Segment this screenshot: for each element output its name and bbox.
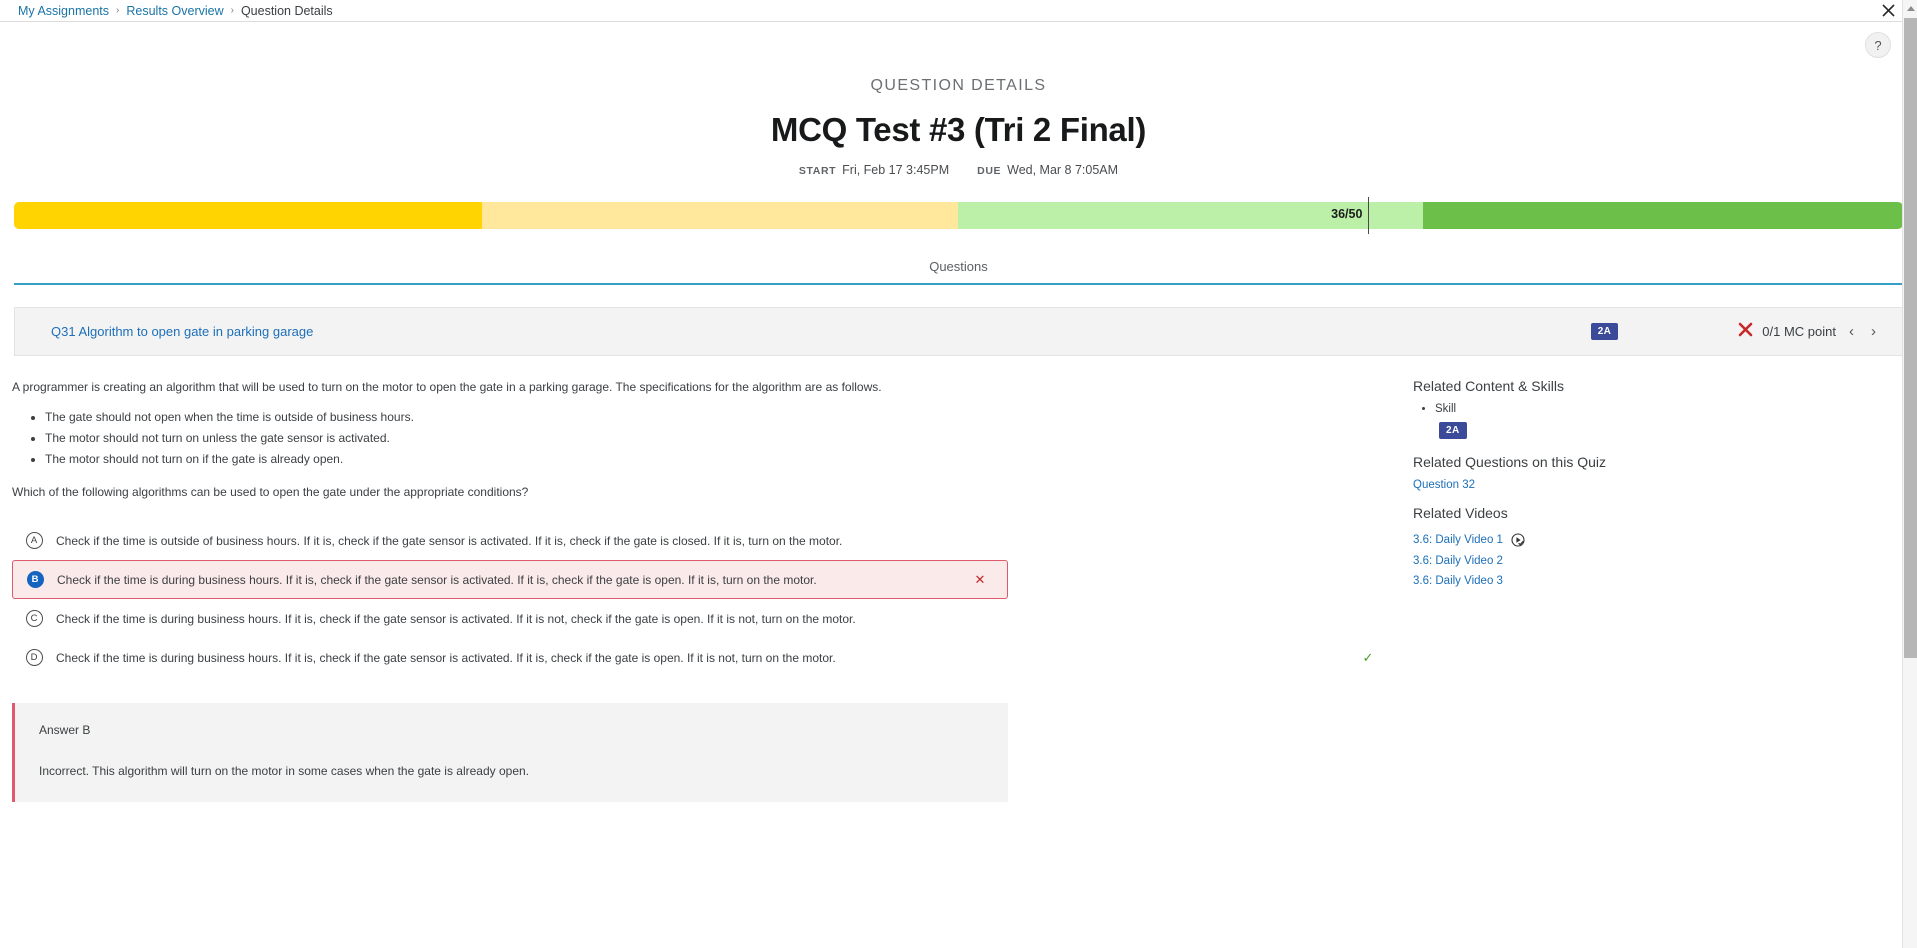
related-video-link[interactable]: 3.6: Daily Video 2	[1413, 555, 1503, 567]
page-header: QUESTION DETAILS MCQ Test #3 (Tri 2 Fina…	[0, 22, 1917, 177]
question-column: A programmer is creating an algorithm th…	[0, 378, 1405, 803]
answer-choice-list: A Check if the time is outside of busines…	[12, 521, 1395, 677]
related-video-link[interactable]: 3.6: Daily Video 3	[1413, 575, 1503, 587]
rationale-title: Answer B	[39, 723, 91, 738]
score-bar-segment-green	[1423, 202, 1903, 229]
skill-list-item: Skill	[1435, 403, 1905, 415]
score-bar-container: 36/50	[14, 197, 1903, 234]
choice-letter-wrapper: C	[12, 610, 56, 628]
choice-letter-b: B	[26, 571, 44, 589]
question-prompt: Which of the following algorithms can be…	[12, 485, 529, 500]
tab-bar: Questions	[14, 251, 1903, 285]
content-area: A programmer is creating an algorithm th…	[0, 378, 1917, 803]
question-spec-item: The motor should not turn on unless the …	[45, 428, 1395, 449]
video-watched-play-check-icon	[1511, 533, 1525, 547]
correct-check-icon: ✓	[1362, 649, 1374, 665]
start-label: START	[798, 165, 837, 177]
scrollbar-thumb[interactable]	[1904, 18, 1917, 658]
answer-choice-d[interactable]: D Check if the time is during business ho…	[12, 638, 1395, 677]
score-bar	[14, 202, 1903, 229]
related-questions-heading: Related Questions on this Quiz	[1413, 454, 1606, 470]
next-question-button[interactable]: ›	[1867, 323, 1880, 340]
choice-letter-d: D	[25, 649, 43, 667]
related-video-row: 3.6: Daily Video 2	[1413, 555, 1905, 567]
rationale-body: Incorrect. This algorithm will turn on t…	[39, 764, 530, 779]
breadcrumb-item-question-details: Question Details	[240, 3, 333, 18]
choice-letter-wrapper: B	[13, 571, 57, 589]
choice-text: Check if the time is outside of business…	[56, 533, 843, 548]
assignment-dates: START Fri, Feb 17 3:45PM DUE Wed, Mar 8 …	[0, 163, 1917, 177]
question-points: 0/1 MC point	[1762, 324, 1836, 339]
page-scrollbar[interactable]	[1902, 0, 1917, 948]
answer-choice-c[interactable]: C Check if the time is during business ho…	[12, 599, 1395, 638]
due-value: Wed, Mar 8 7:05AM	[1007, 163, 1119, 177]
related-questions-list: Question 32	[1413, 479, 1905, 491]
sidebar-skill-badge[interactable]: 2A	[1439, 422, 1467, 439]
choice-text: Check if the time is during business hou…	[56, 611, 856, 626]
incorrect-x-icon: ✕	[974, 571, 986, 587]
score-marker	[1368, 197, 1370, 234]
related-content-heading: Related Content & Skills	[1413, 378, 1564, 394]
choice-letter-c: C	[25, 610, 43, 628]
choice-letter-wrapper: A	[12, 532, 56, 550]
help-button[interactable]: ?	[1865, 32, 1891, 58]
choice-letter-a: A	[25, 532, 43, 550]
question-header-right: 0/1 MC point ‹ ›	[1738, 322, 1880, 341]
breadcrumb-separator-icon: ›	[230, 5, 234, 16]
start-value: Fri, Feb 17 3:45PM	[842, 163, 950, 177]
page-title: MCQ Test #3 (Tri 2 Final)	[770, 111, 1147, 148]
breadcrumb: My Assignments › Results Overview › Ques…	[18, 4, 333, 18]
due-label: DUE	[977, 165, 1002, 177]
breadcrumb-item-my-assignments[interactable]: My Assignments	[18, 4, 109, 18]
related-question-link[interactable]: Question 32	[1413, 479, 1905, 491]
related-video-link[interactable]: 3.6: Daily Video 1	[1413, 534, 1503, 546]
previous-question-button[interactable]: ‹	[1845, 323, 1858, 340]
scroll-up-arrow-icon[interactable]	[1903, 0, 1917, 17]
question-title-link[interactable]: Q31 Algorithm to open gate in parking ga…	[51, 324, 1591, 339]
question-stem: A programmer is creating an algorithm th…	[12, 380, 882, 394]
choice-letter-wrapper: D	[12, 649, 56, 667]
choice-text: Check if the time is during business hou…	[56, 650, 836, 665]
close-icon[interactable]	[1879, 2, 1897, 20]
related-sidebar: Related Content & Skills Skill 2A Relate…	[1405, 378, 1905, 802]
related-video-row: 3.6: Daily Video 1	[1413, 533, 1905, 547]
related-videos-list: 3.6: Daily Video 1 3.6: Daily Video 2 3.6:…	[1413, 533, 1905, 587]
skill-list: Skill	[1413, 403, 1905, 415]
score-bar-segment-light-yellow	[482, 202, 959, 229]
answer-choice-a[interactable]: A Check if the time is outside of busines…	[12, 521, 1395, 560]
question-spec-item: The motor should not turn on if the gate…	[45, 449, 1395, 470]
related-video-row: 3.6: Daily Video 3	[1413, 575, 1905, 587]
question-header-strip: Q31 Algorithm to open gate in parking ga…	[14, 307, 1903, 356]
answer-choice-b[interactable]: B Check if the time is during business ho…	[12, 560, 1008, 600]
score-label: 36/50	[1331, 207, 1363, 221]
question-spec-item: The gate should not open when the time i…	[45, 407, 1395, 428]
x-mark-icon	[1738, 322, 1753, 341]
sidebar-skill-badge-row: 2A	[1413, 420, 1905, 439]
tab-questions[interactable]: Questions	[929, 259, 988, 283]
breadcrumb-item-results-overview[interactable]: Results Overview	[126, 4, 223, 18]
top-breadcrumb-bar: My Assignments › Results Overview › Ques…	[0, 0, 1917, 22]
choice-text: Check if the time is during business hou…	[57, 572, 817, 587]
skill-badge[interactable]: 2A	[1590, 323, 1619, 340]
answer-rationale-box: Answer B Incorrect. This algorithm will …	[12, 703, 1008, 803]
related-videos-heading: Related Videos	[1413, 505, 1508, 521]
page-kicker: QUESTION DETAILS	[870, 77, 1047, 94]
question-spec-list: The gate should not open when the time i…	[12, 407, 1395, 469]
score-bar-segment-gold	[14, 202, 483, 229]
breadcrumb-separator-icon: ›	[116, 5, 120, 16]
